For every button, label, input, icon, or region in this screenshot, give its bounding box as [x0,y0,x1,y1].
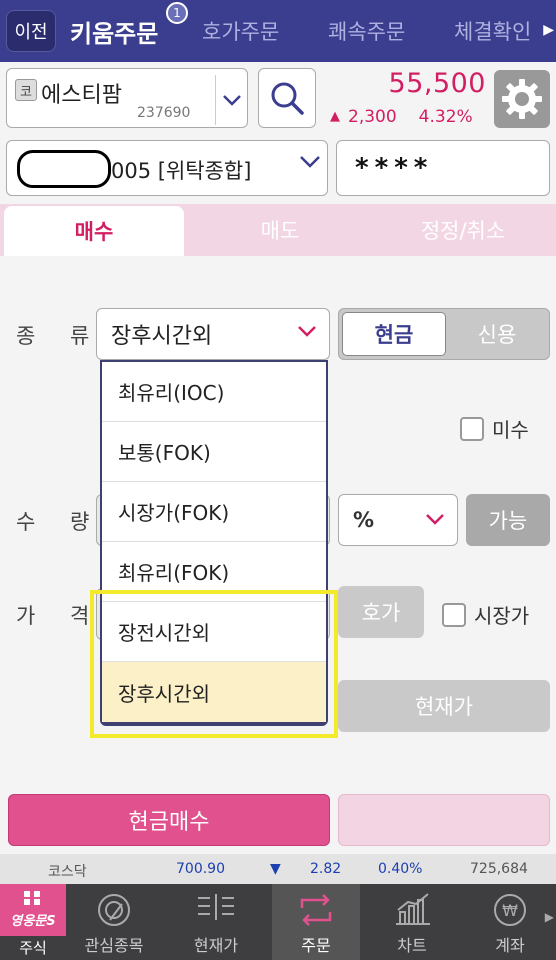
market-price-checkbox[interactable]: 시장가 [442,600,529,629]
annotation-highlight [90,590,338,738]
settings-button[interactable] [494,70,550,128]
market-price-label: 시장가 [474,604,530,628]
tab-quick-order[interactable]: 쾌속주문 [328,0,405,62]
order-tabs: 매수 매도 정정/취소 [0,204,556,256]
market-ticker: 코스닥 700.90 ▼ 2.82 0.40% 725,684 [0,854,556,884]
search-icon [271,82,304,115]
quantity-label: 수 량 [16,510,104,534]
svg-text:₩: ₩ [502,901,518,920]
type-label: 종 류 [16,324,104,348]
stock-menu-button[interactable]: 영웅문S 주식 [0,884,66,960]
ticker-percent: 0.40% [378,861,423,877]
gear-icon [502,79,542,119]
stock-dropdown-button[interactable] [215,75,247,125]
stock-code: 237690 [137,105,191,121]
bottom-nav: 관심종목 현재가 주문 차트 ₩ 계좌 ▶ [0,884,556,960]
nav-chart[interactable]: 차트 [368,884,456,960]
dropdown-option[interactable]: 보통(FOK) [102,422,326,482]
back-button[interactable]: 이전 [6,10,56,52]
won-coin-icon: ₩ [494,894,526,926]
price-list-icon [198,894,234,920]
ticker-index: 700.90 [176,861,225,877]
chart-icon [396,893,430,925]
chevron-down-icon [222,95,241,106]
nav-label: 계좌 [495,936,525,955]
dropdown-option[interactable]: 최유리(IOC) [102,362,326,422]
stock-name: 에스티팜 [41,83,122,108]
top-bar: 이전 키움주문 1 호가주문 쾌속주문 체결확인 ▶ [0,0,556,62]
chevron-down-icon [298,326,316,337]
current-price-button[interactable]: 현재가 [338,680,550,732]
grid-menu-icon [24,891,40,905]
cash-buy-button[interactable]: 현금매수 [8,794,330,846]
checkbox-box[interactable] [460,416,484,441]
dropdown-option[interactable]: 시장가(FOK) [102,482,326,542]
up-arrow-icon: ▲ [330,109,340,124]
notification-badge: 1 [166,2,188,24]
credit-option[interactable]: 신용 [447,312,547,356]
chevron-down-icon [300,156,320,168]
target-icon [98,894,130,926]
ticker-market: 코스닥 [48,864,87,880]
app-logo: 영웅문S [10,914,56,929]
misu-label: 미수 [492,418,529,442]
stock-selector[interactable]: 코 에스티팜 237690 [6,68,248,128]
tab-hoga-order[interactable]: 호가주문 [202,0,279,62]
ticker-change: 2.82 [310,861,342,877]
nav-current-price[interactable]: 현재가 [172,884,260,960]
account-label: 005 [위탁종합] [111,159,252,183]
nav-watchlist[interactable]: 관심종목 [70,884,158,960]
cash-credit-toggle: 현금 신용 [338,308,550,360]
price-change: ▲ 2,300 4.32% [330,107,473,127]
order-type-value: 장후시간외 [111,324,213,349]
password-field[interactable]: **** [336,140,550,196]
nav-label: 주문 [301,936,331,955]
nav-label: 관심종목 [84,936,144,955]
ticker-volume: 725,684 [470,861,528,877]
account-number-redacted [17,150,111,188]
available-button[interactable]: 가능 [466,494,550,546]
tab-execution-check[interactable]: 체결확인 [454,0,531,62]
tab-sell[interactable]: 매도 [190,204,370,256]
misu-checkbox[interactable]: 미수 [460,414,529,443]
search-button[interactable] [258,68,316,128]
nav-label: 주식 [0,936,66,960]
tab-kiwoom-order[interactable]: 키움주문 [70,0,158,62]
account-selector[interactable]: 005 [위탁종합] [6,140,328,196]
percent-value: % [353,508,375,532]
nav-order[interactable]: 주문 [272,884,360,960]
nav-more-arrow-icon[interactable]: ▶ [545,910,554,924]
order-type-select[interactable]: 장후시간외 [96,308,330,360]
tab-buy[interactable]: 매수 [4,206,184,256]
tab-modify-cancel[interactable]: 정정/취소 [370,204,556,256]
nav-account[interactable]: ₩ 계좌 [466,884,554,960]
down-arrow-icon: ▼ [270,861,281,877]
scroll-right-arrow-icon[interactable]: ▶ [543,22,554,38]
current-price: 55,500 [388,68,486,99]
market-tag: 코 [15,79,37,101]
secondary-button[interactable] [338,794,550,846]
chevron-down-icon [426,514,444,525]
swap-arrows-icon [300,894,332,926]
hoga-button[interactable]: 호가 [338,586,424,638]
change-percent: 4.32% [418,107,473,127]
nav-label: 현재가 [193,936,239,955]
checkbox-box[interactable] [442,602,466,627]
cash-option[interactable]: 현금 [342,312,446,356]
change-amount: 2,300 [348,107,397,127]
percent-select[interactable]: % [338,494,458,546]
nav-label: 차트 [397,936,427,955]
